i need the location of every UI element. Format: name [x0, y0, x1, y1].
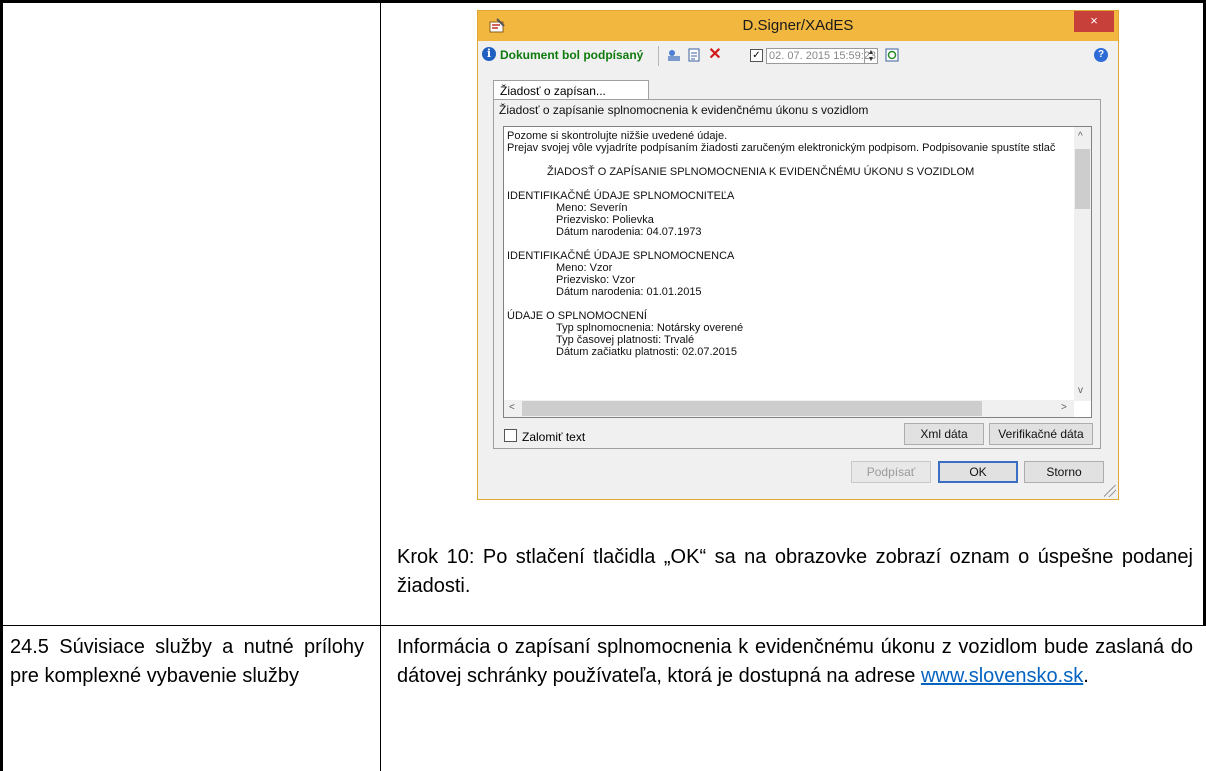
toolbar-separator [658, 46, 659, 66]
text-line: IDENTIFIKAČNÉ ÚDAJE SPLNOMOCNITEĽA [507, 190, 735, 202]
date-spinner[interactable]: ▲ ▼ [864, 49, 877, 63]
text-line: Typ časovej platnosti: Trvalé [556, 334, 695, 346]
tab-request[interactable]: Žiadosť o zapísan... [493, 80, 649, 100]
row-label: 24.5 Súvisiace služby a nutné prílohy pr… [10, 636, 364, 687]
row-content-end: . [1083, 665, 1089, 687]
text-line: Dátum narodenia: 01.01.2015 [556, 286, 702, 298]
signed-status: Dokument bol podpísaný [500, 48, 644, 62]
table-border-left [0, 0, 3, 771]
step-10-text: Krok 10: Po stlačení tlačidla „OK“ sa na… [397, 546, 1193, 597]
row-content: Informácia o zapísaní splnomocnenia k ev… [397, 633, 1193, 691]
dsigner-dialog: D.Signer/XAdES × i Dokument bol podpísan… [477, 10, 1119, 500]
text-line: IDENTIFIKAČNÉ ÚDAJE SPLNOMOCNENCA [507, 250, 735, 262]
panel-title: Žiadosť o zapísanie splnomocnenia k evid… [499, 103, 869, 117]
scroll-down-arrow[interactable]: v [1078, 385, 1083, 396]
text-line: Typ splnomocnenia: Notársky overené [556, 322, 744, 334]
text-blank-line [507, 298, 1073, 310]
help-icon[interactable]: ? [1094, 48, 1108, 62]
text-line: Priezvisko: Vzor [556, 274, 635, 286]
scroll-right-arrow[interactable]: > [1061, 402, 1067, 413]
text-blank-line [507, 154, 1073, 166]
info-icon: i [482, 47, 496, 61]
refresh-icon[interactable] [884, 47, 900, 63]
request-text-area[interactable]: Pozome si skontrolujte nižšie uvedené úd… [503, 126, 1092, 418]
xml-data-button[interactable]: Xml dáta [904, 423, 984, 445]
request-text-content: Pozome si skontrolujte nižšie uvedené úd… [507, 130, 1073, 358]
scroll-left-arrow[interactable]: < [509, 402, 515, 413]
text-blank-line [507, 178, 1073, 190]
text-line: Dátum začiatku platnosti: 02.07.2015 [556, 346, 738, 358]
text-line: ÚDAJE O SPLNOMOCNENÍ [507, 310, 647, 322]
table-border-top [0, 0, 1206, 3]
dialog-titlebar: D.Signer/XAdES × [478, 11, 1118, 41]
text-line: ŽIADOSŤ O ZAPÍSANIE SPLNOMOCNENIA K EVID… [547, 166, 975, 178]
text-line: Meno: Severín [556, 202, 628, 214]
dialog-toolbar: i Dokument bol podpísaný ✕ ✓ 02. 07. 201… [482, 44, 1114, 68]
dialog-title: D.Signer/XAdES [742, 17, 854, 34]
vertical-scroll-thumb[interactable] [1075, 149, 1090, 209]
close-button[interactable]: × [1074, 11, 1114, 32]
horizontal-scrollbar[interactable]: < > [504, 400, 1074, 417]
table-divider-horizontal [0, 625, 1206, 626]
delete-icon[interactable]: ✕ [707, 47, 723, 63]
sign-button[interactable]: Podpísať [851, 461, 931, 483]
signing-date-field[interactable]: 02. 07. 2015 15:59:23 ▲ ▼ [766, 48, 878, 64]
text-blank-line [507, 238, 1073, 250]
timestamp-checkbox[interactable]: ✓ [750, 49, 763, 62]
slovensko-link[interactable]: www.slovensko.sk [921, 665, 1083, 687]
wrap-text-label: Zalomiť text [522, 430, 586, 444]
signing-date-value: 02. 07. 2015 15:59:23 [769, 50, 877, 62]
verification-data-button[interactable]: Verifikačné dáta [989, 423, 1093, 445]
text-line: Prejav svojej vôle vyjadríte podpísaním … [507, 142, 1056, 154]
request-panel: Žiadosť o zapísanie splnomocnenia k evid… [493, 99, 1101, 449]
text-line: Dátum narodenia: 04.07.1973 [556, 226, 702, 238]
ok-button[interactable]: OK [938, 461, 1018, 483]
table-divider-vertical [380, 0, 381, 771]
cancel-button[interactable]: Storno [1024, 461, 1104, 483]
wrap-text-option[interactable]: Zalomiť text [504, 428, 585, 444]
horizontal-scroll-thumb[interactable] [522, 401, 982, 416]
document-icon[interactable] [686, 47, 702, 63]
vertical-scrollbar[interactable]: ^ v [1074, 127, 1091, 401]
certificate-icon[interactable] [666, 47, 682, 63]
text-line: Meno: Vzor [556, 262, 613, 274]
text-line: Priezvisko: Polievka [556, 214, 654, 226]
resize-grip[interactable] [1104, 485, 1116, 497]
text-line: Pozome si skontrolujte nižšie uvedené úd… [507, 130, 728, 142]
wrap-text-checkbox[interactable] [504, 429, 517, 442]
scroll-up-arrow[interactable]: ^ [1078, 131, 1083, 142]
